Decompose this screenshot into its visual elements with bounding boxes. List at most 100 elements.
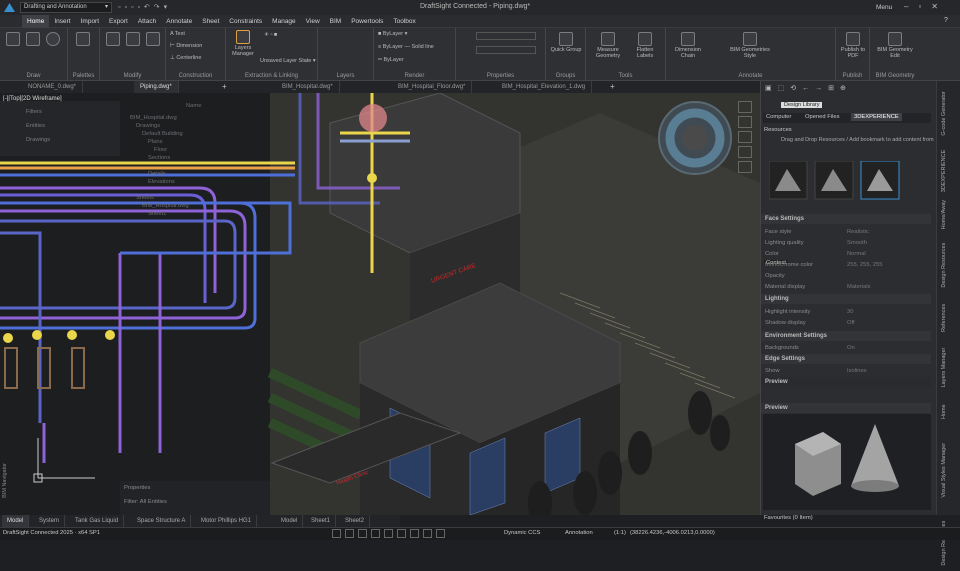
menu-item-import[interactable]: Import: [76, 15, 104, 28]
tab-3dexperience[interactable]: 3DEXPERIENCE: [851, 113, 902, 121]
edge-settings-header[interactable]: Edge Settings: [761, 354, 931, 364]
layout-tab[interactable]: Motor Phillips HG1: [196, 515, 258, 527]
pan-icon[interactable]: [738, 116, 752, 128]
edge-show-row[interactable]: Show Isolines: [765, 366, 930, 376]
tree-item[interactable]: Sheet1: [148, 211, 166, 217]
linetype-select[interactable]: ≡ ByLayer — Solid line: [378, 44, 434, 50]
menu-item-manage[interactable]: Manage: [267, 15, 301, 28]
menu-item-constraints[interactable]: Constraints: [224, 15, 267, 28]
orbit-icon[interactable]: [738, 131, 752, 143]
settings-icon[interactable]: [738, 161, 752, 173]
scale-value[interactable]: (1:1): [614, 530, 626, 536]
minimize-icon[interactable]: –: [904, 2, 918, 11]
lineweight-toggle-icon[interactable]: [410, 529, 419, 538]
shadow-display-row[interactable]: Shadow display Off: [765, 318, 930, 328]
menu-item-sheet[interactable]: Sheet: [197, 15, 224, 28]
layer-state-select[interactable]: Unsaved Layer State ▾: [260, 58, 316, 64]
menu-item-view[interactable]: View: [301, 15, 325, 28]
menu-item-bim[interactable]: BIM: [325, 15, 347, 28]
app-logo-icon[interactable]: [4, 3, 15, 12]
layout-tab[interactable]: Model: [2, 515, 30, 527]
bim-geometry-edit-button[interactable]: BIM Geometry Edit: [876, 32, 914, 59]
vertical-tab[interactable]: Home: [941, 398, 955, 426]
palettes-icon[interactable]: [76, 32, 90, 47]
maximize-icon[interactable]: ▫: [918, 2, 931, 11]
vertical-tab[interactable]: Design Resources: [941, 236, 955, 294]
drawing-canvas[interactable]: URGENT CARE Health Clinic: [0, 93, 760, 515]
face-settings-header[interactable]: Face Settings: [761, 214, 931, 224]
new-tab-icon[interactable]: +: [610, 82, 615, 91]
text-button[interactable]: A Text: [170, 31, 185, 37]
vertical-tab[interactable]: Home/Away: [941, 198, 955, 230]
lineweight-select[interactable]: ═ ByLayer: [378, 57, 404, 63]
layout-tab[interactable]: Sheet2: [340, 515, 371, 527]
tree-item[interactable]: Details: [148, 171, 166, 177]
publish-pdf-button[interactable]: Publish to PDF: [838, 32, 868, 59]
filter-row[interactable]: Filter: All Entities: [124, 497, 289, 507]
face-setting-row[interactable]: Material display Materials: [765, 282, 930, 292]
tree-item[interactable]: Sheets: [136, 195, 154, 201]
tree-item[interactable]: Plans: [148, 139, 163, 145]
doc-tab[interactable]: BIM_Hospital.dwg*: [276, 81, 340, 93]
doc-tab[interactable]: NONAME_0.dwg*: [22, 81, 84, 93]
face-setting-row[interactable]: Face style Realistic: [765, 227, 930, 237]
rotate-icon[interactable]: [146, 32, 160, 47]
circle-icon[interactable]: [46, 32, 60, 47]
close-icon[interactable]: ✕: [931, 2, 948, 11]
vertical-tab[interactable]: G-code Generator: [941, 85, 955, 143]
menu-item-insert[interactable]: Insert: [49, 15, 75, 28]
bim-geometry-style-button[interactable]: BIM Geometries Style: [728, 32, 772, 59]
vertical-tab[interactable]: References: [941, 300, 955, 336]
menu-item-home[interactable]: Home: [22, 15, 50, 28]
help-icon[interactable]: ?: [944, 17, 948, 24]
snap-toggle-icon[interactable]: [332, 529, 341, 538]
move-icon[interactable]: [106, 32, 120, 47]
face-setting-row[interactable]: Lighting quality Smooth: [765, 238, 930, 248]
quick-input-toggle-icon[interactable]: [423, 529, 432, 538]
menu-item-export[interactable]: Export: [104, 15, 133, 28]
zoom-icon[interactable]: [738, 101, 752, 113]
tree-item[interactable]: Default Building: [142, 131, 183, 137]
new-tab-icon[interactable]: +: [222, 82, 227, 91]
select-toggle-icon[interactable]: [436, 529, 445, 538]
layer-select[interactable]: ☀ ▫ ■: [264, 32, 364, 38]
transparency-slider[interactable]: [476, 32, 536, 40]
layout-tab[interactable]: Model: [276, 515, 304, 527]
layout-tab[interactable]: Space Structure A: [132, 515, 192, 527]
layers-manager-button[interactable]: Layers Manager: [230, 30, 256, 57]
menu-item-annotate[interactable]: Annotate: [161, 15, 197, 28]
doc-tab[interactable]: BIM_Hospital_Elevation_1.dwg: [496, 81, 593, 93]
etrack-toggle-icon[interactable]: [397, 529, 406, 538]
annotation-select[interactable]: Annotation: [565, 530, 593, 536]
vertical-tab[interactable]: Visual Styles Manager: [941, 432, 955, 508]
face-setting-row[interactable]: Color Normal: [765, 249, 930, 259]
copy-icon[interactable]: [126, 32, 140, 47]
vertical-tab[interactable]: Design Resources: [941, 514, 955, 571]
ortho-toggle-icon[interactable]: [358, 529, 367, 538]
dimension-button[interactable]: ⊢ Dimension: [170, 43, 202, 49]
menu-button[interactable]: Menu: [876, 4, 892, 11]
preview-header[interactable]: Preview: [761, 403, 931, 413]
lighting-header[interactable]: Lighting: [761, 294, 931, 304]
grid-toggle-icon[interactable]: [345, 529, 354, 538]
layout-tab[interactable]: System: [34, 515, 66, 527]
tree-item[interactable]: Floor: [154, 147, 167, 153]
dimension-chain-button[interactable]: Dimension Chain: [670, 32, 706, 59]
quick-group-button[interactable]: Quick Group: [550, 32, 582, 53]
doc-tab[interactable]: BIM_Hospital_Floor.dwg*: [392, 81, 473, 93]
highlight-intensity-row[interactable]: Highlight intensity 30: [765, 307, 930, 317]
backgrounds-row[interactable]: Backgrounds On: [765, 343, 930, 353]
tree-item[interactable]: Elevations: [148, 179, 175, 185]
flatten-labels-button[interactable]: Flatten Labels: [628, 32, 662, 59]
menu-item-powertools[interactable]: Powertools: [346, 15, 388, 28]
environment-settings-header[interactable]: Environment Settings: [761, 331, 931, 341]
face-setting-row[interactable]: Opacity: [765, 271, 930, 281]
layout-tab[interactable]: Sheet1: [306, 515, 337, 527]
color-select[interactable]: ■ ByLayer ▾: [378, 31, 407, 37]
drawing-viewport[interactable]: URGENT CARE Health Clinic [-][Top][2D Wi…: [0, 93, 760, 515]
menu-item-toolbox[interactable]: Toolbox: [388, 15, 420, 28]
polar-toggle-icon[interactable]: [371, 529, 380, 538]
workspace-select[interactable]: Drafting and Annotation ▾: [20, 2, 112, 13]
thumbnail-shapes[interactable]: [768, 160, 909, 201]
centerline-button[interactable]: ⊥ Centerline: [170, 55, 201, 61]
